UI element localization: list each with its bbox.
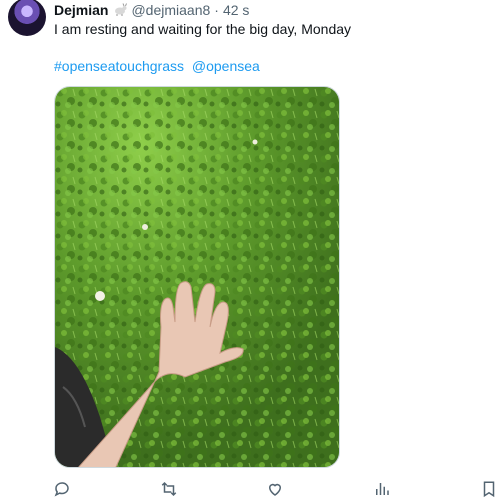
post-actions (0, 478, 500, 500)
post-hashtags: #openseatouchgrass @opensea (54, 57, 264, 75)
goat-emoji-icon (112, 3, 128, 17)
reply-icon (54, 482, 69, 497)
reply-button[interactable] (51, 478, 73, 500)
hashtag-link[interactable]: #openseatouchgrass (54, 58, 184, 74)
repost-button[interactable] (158, 478, 180, 500)
post-timestamp[interactable]: 42 s (223, 2, 249, 18)
repost-icon (161, 481, 177, 497)
author-handle[interactable]: @dejmiaan8 (131, 2, 210, 18)
avatar[interactable] (8, 0, 46, 36)
post-image[interactable] (54, 86, 340, 468)
grass-photo (55, 87, 339, 467)
like-button[interactable] (264, 478, 286, 500)
views-icon (376, 483, 389, 495)
bookmark-icon (483, 481, 495, 498)
separator-dot: · (214, 2, 219, 18)
views-button[interactable] (371, 478, 393, 500)
bookmark-button[interactable] (478, 478, 500, 500)
post-header: Dejmian @dejmiaan8 · 42 s (54, 0, 249, 20)
heart-icon (268, 483, 282, 496)
post-text: I am resting and waiting for the big day… (54, 21, 352, 37)
mention-link[interactable]: @opensea (192, 58, 260, 74)
author-name[interactable]: Dejmian (54, 2, 108, 18)
